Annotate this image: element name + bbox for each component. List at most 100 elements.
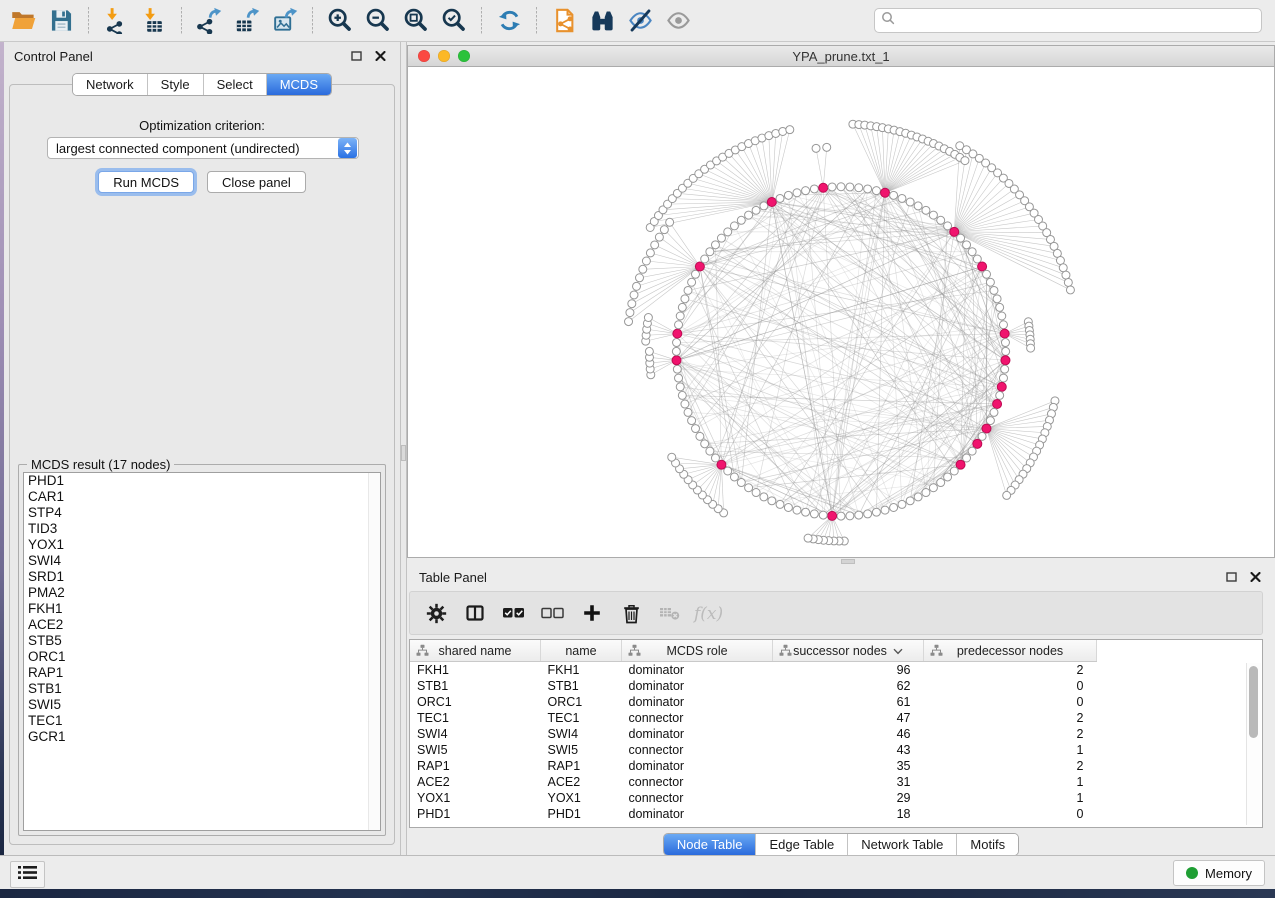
tab-network[interactable]: Network [73, 74, 147, 95]
task-history-button[interactable] [10, 861, 45, 888]
mcds-result-item[interactable]: YOX1 [24, 537, 380, 553]
table-cell[interactable]: YOX1 [541, 790, 622, 806]
network-canvas[interactable] [407, 67, 1275, 558]
mcds-result-item[interactable]: FKH1 [24, 601, 380, 617]
table-cell[interactable]: 0 [924, 694, 1097, 710]
table-row[interactable]: PHD1PHD1dominator180 [410, 806, 1097, 822]
column-header-predecessor-nodes[interactable]: predecessor nodes [924, 640, 1097, 662]
mcds-result-item[interactable]: STP4 [24, 505, 380, 521]
mcds-result-list[interactable]: PHD1CAR1STP4TID3YOX1SWI4SRD1PMA2FKH1ACE2… [23, 472, 381, 831]
table-cell[interactable]: STB1 [410, 678, 541, 694]
table-cell[interactable]: 18 [773, 806, 924, 822]
find-network-button[interactable] [584, 4, 620, 38]
table-scrollbar[interactable] [1246, 663, 1261, 825]
mcds-result-item[interactable]: RAP1 [24, 665, 380, 681]
column-header-mcds-role[interactable]: MCDS role [622, 640, 773, 662]
tab-node-table[interactable]: Node Table [664, 834, 756, 855]
table-row[interactable]: YOX1YOX1connector291 [410, 790, 1097, 806]
table-cell[interactable]: PHD1 [410, 806, 541, 822]
close-panel-icon[interactable] [1250, 572, 1261, 582]
float-panel-icon[interactable] [1226, 572, 1237, 582]
refresh-layout-button[interactable] [491, 4, 527, 38]
splitter-grip[interactable] [841, 559, 855, 564]
scrollbar-thumb[interactable] [1249, 666, 1258, 738]
search-box[interactable] [874, 8, 1262, 33]
delete-row-button[interactable] [615, 597, 647, 629]
export-network-button[interactable] [191, 4, 227, 38]
table-cell[interactable]: ACE2 [541, 774, 622, 790]
run-mcds-button[interactable]: Run MCDS [98, 171, 194, 193]
mcds-result-item[interactable]: SWI4 [24, 553, 380, 569]
table-row[interactable]: TEC1TEC1connector472 [410, 710, 1097, 726]
table-cell[interactable]: SWI4 [541, 726, 622, 742]
zoom-out-button[interactable] [360, 4, 396, 38]
show-all-button[interactable] [660, 4, 696, 38]
import-table-button[interactable] [136, 4, 172, 38]
table-cell[interactable]: 0 [924, 806, 1097, 822]
table-cell[interactable]: 96 [773, 662, 924, 679]
table-cell[interactable]: RAP1 [410, 758, 541, 774]
table-cell[interactable]: 1 [924, 790, 1097, 806]
minimize-window-icon[interactable] [438, 50, 450, 62]
table-cell[interactable]: TEC1 [410, 710, 541, 726]
table-cell[interactable]: 2 [924, 710, 1097, 726]
table-row[interactable]: RAP1RAP1dominator352 [410, 758, 1097, 774]
vertical-splitter[interactable] [400, 42, 407, 855]
splitter-grip[interactable] [401, 445, 406, 461]
table-cell[interactable]: 1 [924, 774, 1097, 790]
tab-select[interactable]: Select [203, 74, 266, 95]
optimization-criterion-select[interactable]: largest connected component (undirected) [47, 137, 359, 159]
zoom-in-button[interactable] [322, 4, 358, 38]
table-cell[interactable]: SWI4 [410, 726, 541, 742]
mcds-result-item[interactable]: CAR1 [24, 489, 380, 505]
table-row[interactable]: ACE2ACE2connector311 [410, 774, 1097, 790]
deselect-all-button[interactable] [537, 597, 569, 629]
mcds-result-item[interactable]: ORC1 [24, 649, 380, 665]
close-window-icon[interactable] [418, 50, 430, 62]
table-cell[interactable]: ORC1 [410, 694, 541, 710]
table-cell[interactable]: SWI5 [541, 742, 622, 758]
table-cell[interactable]: FKH1 [541, 662, 622, 679]
mcds-result-item[interactable]: STB5 [24, 633, 380, 649]
mcds-result-item[interactable]: TEC1 [24, 713, 380, 729]
table-row[interactable]: STB1STB1dominator620 [410, 678, 1097, 694]
show-columns-button[interactable] [459, 597, 491, 629]
table-cell[interactable]: 2 [924, 758, 1097, 774]
zoom-selected-button[interactable] [436, 4, 472, 38]
table-cell[interactable]: TEC1 [541, 710, 622, 726]
table-cell[interactable]: dominator [622, 726, 773, 742]
table-cell[interactable]: connector [622, 742, 773, 758]
tab-mcds[interactable]: MCDS [266, 74, 331, 95]
table-cell[interactable]: 35 [773, 758, 924, 774]
tab-style[interactable]: Style [147, 74, 203, 95]
memory-button[interactable]: Memory [1173, 860, 1265, 886]
save-button[interactable] [43, 4, 79, 38]
float-panel-icon[interactable] [351, 51, 362, 61]
close-panel-button[interactable]: Close panel [207, 171, 306, 193]
horizontal-splitter[interactable] [407, 558, 1275, 565]
table-cell[interactable]: 31 [773, 774, 924, 790]
search-input[interactable] [899, 12, 1261, 29]
table-cell[interactable]: dominator [622, 678, 773, 694]
table-cell[interactable]: 62 [773, 678, 924, 694]
table-row[interactable]: FKH1FKH1dominator962 [410, 662, 1097, 679]
tab-motifs[interactable]: Motifs [956, 834, 1018, 855]
table-cell[interactable]: dominator [622, 758, 773, 774]
table-cell[interactable]: dominator [622, 662, 773, 679]
tab-edge-table[interactable]: Edge Table [755, 834, 847, 855]
table-cell[interactable]: 2 [924, 662, 1097, 679]
table-cell[interactable]: STB1 [541, 678, 622, 694]
export-table-button[interactable] [229, 4, 265, 38]
mcds-result-item[interactable]: ACE2 [24, 617, 380, 633]
table-cell[interactable]: dominator [622, 806, 773, 822]
export-image-button[interactable] [267, 4, 303, 38]
table-cell[interactable]: connector [622, 710, 773, 726]
table-cell[interactable]: PHD1 [541, 806, 622, 822]
select-all-button[interactable] [498, 597, 530, 629]
mcds-result-item[interactable]: PMA2 [24, 585, 380, 601]
column-header-name[interactable]: name [541, 640, 622, 662]
table-cell[interactable]: 0 [924, 678, 1097, 694]
table-row[interactable]: ORC1ORC1dominator610 [410, 694, 1097, 710]
close-panel-icon[interactable] [375, 51, 386, 61]
table-cell[interactable]: 29 [773, 790, 924, 806]
